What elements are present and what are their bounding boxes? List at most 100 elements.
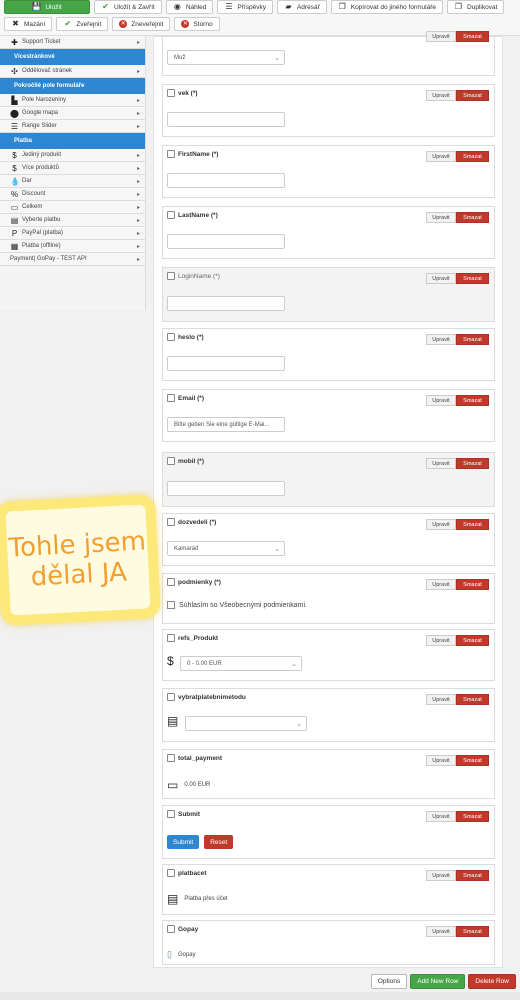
edit-button[interactable]: Upravit bbox=[426, 926, 456, 937]
delete-button[interactable]: Smazat bbox=[456, 90, 489, 101]
sidebar-item[interactable]: ▤ Vyberte platbu ▸ bbox=[0, 214, 145, 227]
field-block-total-payment[interactable]: total_payment Upravit Smazat ▭ 0.00 EUR bbox=[162, 749, 495, 799]
field-block-dozvedeli[interactable]: dozvedeli (*) Upravit Smazat Kamarád ⌄ bbox=[162, 513, 495, 566]
terms-checkbox[interactable] bbox=[167, 601, 175, 609]
field-checkbox[interactable] bbox=[167, 578, 175, 586]
sidebar-item[interactable]: Payment| GoPay - TEST API ▸ bbox=[0, 253, 145, 266]
sidebar-item[interactable]: ✣ Oddělovač stránek ▸ bbox=[0, 65, 145, 78]
options-button[interactable]: Options bbox=[370, 974, 408, 989]
email-field[interactable]: Bitte geben Sie eine gültige E-Mai... bbox=[167, 417, 285, 432]
delete-button[interactable]: Smazat bbox=[456, 926, 489, 937]
field-checkbox[interactable] bbox=[167, 634, 175, 642]
edit-button[interactable]: Upravit bbox=[426, 579, 456, 590]
sidebar-item[interactable]: ▭ Celkem ▸ bbox=[0, 201, 145, 214]
terms-checkbox-line[interactable]: Súhlasím so Všeobecnými podmienkami. bbox=[167, 601, 307, 609]
edit-button[interactable]: Upravit bbox=[426, 458, 456, 469]
edit-button[interactable]: Upravit bbox=[426, 395, 456, 406]
delete-button[interactable]: Smazat bbox=[456, 811, 489, 822]
field-checkbox[interactable] bbox=[167, 693, 175, 701]
edit-button[interactable]: Upravit bbox=[426, 273, 456, 284]
sidebar-item[interactable]: $ Jediný produkt ▸ bbox=[0, 149, 145, 162]
delete-button[interactable]: Smazat bbox=[456, 694, 489, 705]
delete-button[interactable]: Smazat bbox=[456, 635, 489, 646]
sidebar-item[interactable]: ▙ Pole Narozeniny ▸ bbox=[0, 94, 145, 107]
field-checkbox[interactable] bbox=[167, 394, 175, 402]
field-checkbox[interactable] bbox=[167, 925, 175, 933]
delete-button[interactable]: Smazat bbox=[456, 755, 489, 766]
delete-button[interactable]: Smazat bbox=[456, 519, 489, 530]
field-block-submit[interactable]: Submit Upravit Smazat Submit Reset bbox=[162, 805, 495, 859]
n-hled-button[interactable]: ◉ Náhled bbox=[165, 0, 214, 14]
sidebar-item[interactable]: $ Více produktů ▸ bbox=[0, 162, 145, 175]
adres--button[interactable]: ▰ Adresář bbox=[276, 0, 327, 14]
storno-button[interactable]: ✕ Storno bbox=[174, 17, 220, 31]
product-select[interactable]: 0 - 0.00 EUR ⌄ bbox=[180, 656, 302, 671]
reset-button[interactable]: Reset bbox=[204, 835, 234, 849]
sidebar-item[interactable]: 💧 Dar ▸ bbox=[0, 175, 145, 188]
dozvedeli-select[interactable]: Kamarád ⌄ bbox=[167, 541, 285, 556]
field-block-refs-produkt[interactable]: refs_Produkt Upravit Smazat $ 0 - 0.00 EU… bbox=[162, 629, 495, 681]
delete-button[interactable]: Smazat bbox=[456, 870, 489, 881]
sidebar-item[interactable]: P PayPal (platba) ▸ bbox=[0, 227, 145, 240]
zve-ejnit-button[interactable]: ✔ Zveřejnit bbox=[56, 17, 109, 31]
field-block-gopay[interactable]: Gopay Upravit Smazat ▯ Gopay bbox=[162, 920, 495, 965]
submit-button[interactable]: Submit bbox=[167, 835, 200, 849]
edit-button[interactable]: Upravit bbox=[426, 151, 456, 162]
add-new-row-button[interactable]: Add New Row bbox=[410, 974, 466, 989]
gender-select[interactable]: Muž ⌄ bbox=[167, 50, 285, 65]
delete-button[interactable]: Smazat bbox=[456, 334, 489, 345]
delete-button[interactable]: Smazat bbox=[456, 395, 489, 406]
field-block-platbacet[interactable]: platbacet Upravit Smazat ▤ Platba přes úče… bbox=[162, 864, 495, 915]
mobil-input[interactable] bbox=[167, 481, 285, 496]
field-block-loginname[interactable]: LoginName (*) Upravit Smazat bbox=[162, 267, 495, 322]
field-block-mobil[interactable]: mobil (*) Upravit Smazat bbox=[162, 452, 495, 507]
firstname-input[interactable] bbox=[167, 173, 285, 188]
edit-button[interactable]: Upravit bbox=[426, 870, 456, 881]
edit-button[interactable]: Upravit bbox=[426, 519, 456, 530]
duplikovat-button[interactable]: ❐ Duplikovat bbox=[447, 0, 505, 14]
ulo-it-zav-t-button[interactable]: ✔ Uložit & Zavřít bbox=[94, 0, 162, 14]
edit-button[interactable]: Upravit bbox=[426, 212, 456, 223]
field-checkbox[interactable] bbox=[167, 89, 175, 97]
field-checkbox[interactable] bbox=[167, 150, 175, 158]
zneve-ejnit-button[interactable]: ✕ Zneveřejnit bbox=[112, 17, 171, 31]
edit-button[interactable]: Upravit bbox=[426, 635, 456, 646]
delete-button[interactable]: Smazat bbox=[456, 151, 489, 162]
field-block-payment-method[interactable]: vybratplatebnimetodu Upravit Smazat ▤ ⌄ bbox=[162, 688, 495, 742]
edit-button[interactable]: Upravit bbox=[426, 334, 456, 345]
field-checkbox[interactable] bbox=[167, 272, 175, 280]
edit-button[interactable]: Upravit bbox=[426, 90, 456, 101]
field-block-podmienky[interactable]: podmienky (*) Upravit Smazat Súhlasím so … bbox=[162, 573, 495, 624]
edit-button[interactable]: Upravit bbox=[426, 811, 456, 822]
field-checkbox[interactable] bbox=[167, 457, 175, 465]
delete-button[interactable]: Smazat bbox=[456, 458, 489, 469]
kop-rovat-do-jin-ho-formul-e-button[interactable]: ❐ Kopírovat do jiného formuláře bbox=[330, 0, 444, 14]
field-checkbox[interactable] bbox=[167, 810, 175, 818]
edit-button[interactable]: Upravit bbox=[426, 694, 456, 705]
maz-n--button[interactable]: ✖ Mazání bbox=[4, 17, 53, 31]
field-block-lastname[interactable]: LastName (*) Upravit Smazat bbox=[162, 206, 495, 259]
delete-row-button[interactable]: Delete Row bbox=[468, 974, 516, 989]
sidebar-item[interactable]: ▦ Platba (offline) ▸ bbox=[0, 240, 145, 253]
field-checkbox[interactable] bbox=[167, 333, 175, 341]
sidebar-item[interactable]: ✚ Support Ticket ▸ bbox=[0, 36, 145, 49]
field-block-heslo[interactable]: heslo (*) Upravit Smazat bbox=[162, 328, 495, 381]
sidebar-item[interactable]: ☰ Range Slider ▸ bbox=[0, 120, 145, 133]
edit-button[interactable]: Upravit bbox=[426, 31, 456, 42]
delete-button[interactable]: Smazat bbox=[456, 31, 489, 42]
sidebar-item[interactable]: ⬤ Google mapa ▸ bbox=[0, 107, 145, 120]
field-block-gender[interactable]: Upravit Smazat Muž ⌄ bbox=[162, 31, 495, 76]
payment-method-select[interactable]: ⌄ bbox=[185, 716, 307, 731]
password-input[interactable] bbox=[167, 356, 285, 371]
loginname-input[interactable] bbox=[167, 296, 285, 311]
field-checkbox[interactable] bbox=[167, 211, 175, 219]
field-checkbox[interactable] bbox=[167, 869, 175, 877]
field-checkbox[interactable] bbox=[167, 754, 175, 762]
field-block-firstname[interactable]: FirstName (*) Upravit Smazat bbox=[162, 145, 495, 198]
field-block-email[interactable]: Email (*) Upravit Smazat Bitte geben Sie … bbox=[162, 389, 495, 442]
lastname-input[interactable] bbox=[167, 234, 285, 249]
vek-input[interactable] bbox=[167, 112, 285, 127]
delete-button[interactable]: Smazat bbox=[456, 579, 489, 590]
sidebar-item[interactable]: % Discount ▸ bbox=[0, 188, 145, 201]
field-block-vek[interactable]: vek (*) Upravit Smazat bbox=[162, 84, 495, 137]
